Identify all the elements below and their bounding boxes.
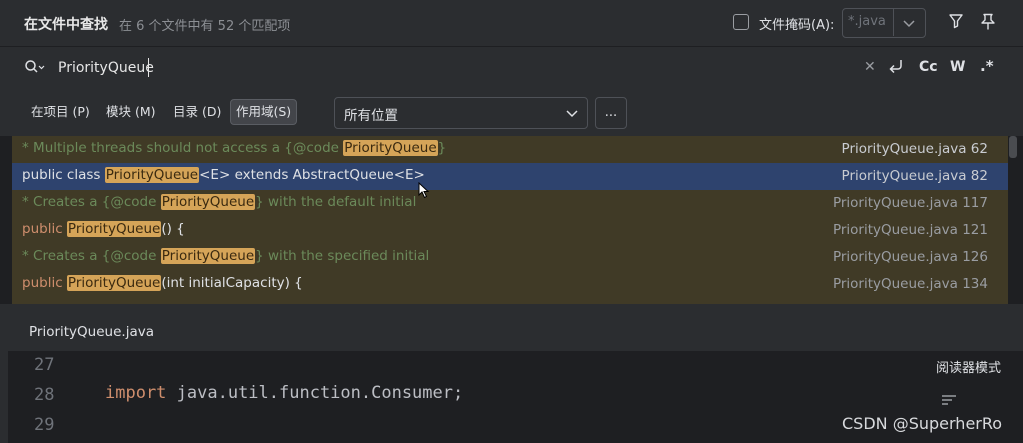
preview-file-name: PriorityQueue.java — [29, 324, 154, 340]
results-scrollbar[interactable] — [1009, 136, 1017, 158]
tab-in-project[interactable]: 在项目 (P) — [26, 100, 95, 124]
location-value[interactable]: 所有位置 — [344, 104, 398, 124]
list-item[interactable]: public PriorityQueue() { PriorityQueue.j… — [12, 217, 1008, 244]
tab-module[interactable]: 模块 (M) — [101, 100, 161, 124]
file-mask-checkbox[interactable] — [733, 14, 749, 30]
match-highlight: PriorityQueue — [66, 221, 162, 237]
search-icon[interactable] — [24, 59, 46, 79]
result-file-line: PriorityQueue.java 62 — [841, 141, 988, 157]
match-highlight: PriorityQueue — [343, 140, 438, 156]
reader-mode-button[interactable]: 阅读器模式 — [936, 357, 1001, 376]
result-text-before: * Creates a {@code — [22, 248, 161, 264]
result-file-line: PriorityQueue.java 121 — [832, 222, 988, 238]
tab-directory[interactable]: 目录 (D) — [168, 100, 226, 124]
code-text: java.util.function.Consumer; — [166, 383, 464, 403]
dialog-title: 在文件中查找 — [24, 17, 108, 33]
result-file-line: PriorityQueue.java 82 — [841, 168, 988, 184]
list-item[interactable]: * Multiple threads should not access a {… — [12, 136, 1008, 163]
line-number: 29 — [34, 415, 55, 435]
result-text-before: * Creates a {@code — [22, 194, 161, 210]
file-mask-label: 文件掩码(A): — [759, 18, 835, 33]
mouse-cursor-icon — [418, 181, 430, 203]
clear-icon[interactable]: ✕ — [864, 59, 876, 75]
result-text-after: } with the default initial — [255, 194, 417, 210]
result-text-after: } with the specified initial — [255, 248, 430, 264]
result-text-before: public — [22, 275, 67, 291]
more-scopes-button[interactable]: ... — [595, 97, 627, 129]
editor-gutter — [0, 351, 8, 443]
match-highlight: PriorityQueue — [104, 167, 200, 183]
whole-word-icon[interactable]: W — [950, 59, 965, 75]
match-case-icon[interactable]: Cc — [919, 59, 938, 75]
result-text-after: <E> extends AbstractQueue<E> — [199, 167, 425, 183]
list-item[interactable]: public PriorityQueue(int initialCapacity… — [12, 271, 1008, 298]
code-line: import java.util.function.Consumer; — [105, 383, 463, 403]
newline-icon[interactable] — [887, 57, 905, 79]
line-number: 28 — [34, 385, 55, 405]
list-item[interactable]: * Creates a {@code PriorityQueue} with t… — [12, 244, 1008, 271]
list-item[interactable]: public class PriorityQueue<E> extends Ab… — [12, 163, 1008, 190]
chevron-down-icon[interactable] — [903, 17, 915, 32]
soft-wrap-icon[interactable] — [940, 392, 958, 412]
chevron-down-icon[interactable] — [566, 107, 578, 122]
match-summary: 在 6 个文件中有 52 个匹配项 — [119, 19, 291, 34]
result-text-after: } — [437, 140, 447, 156]
line-number: 27 — [34, 355, 55, 375]
result-text-after: (int initialCapacity) { — [161, 275, 303, 291]
match-highlight: PriorityQueue — [160, 194, 256, 210]
list-item[interactable]: * Creates a {@code PriorityQueue} with t… — [12, 190, 1008, 217]
text-caret — [148, 58, 149, 77]
code-keyword: import — [105, 383, 167, 403]
regex-icon[interactable]: .* — [980, 57, 994, 75]
file-mask-divider — [893, 9, 894, 36]
watermark: CSDN @SuperherRo — [842, 414, 1003, 433]
result-text-before: public — [22, 221, 67, 237]
search-input[interactable] — [58, 58, 848, 78]
filter-icon[interactable] — [948, 13, 964, 33]
match-highlight: PriorityQueue — [160, 248, 256, 264]
results-list: * Multiple threads should not access a {… — [12, 136, 1008, 304]
result-text-before: * Multiple threads should not access a {… — [22, 140, 344, 156]
result-text-before: public class — [22, 167, 105, 183]
file-mask-value[interactable]: *.java — [848, 14, 886, 29]
result-file-line: PriorityQueue.java 134 — [832, 276, 988, 292]
result-text-after: () { — [161, 221, 185, 237]
tab-scope[interactable]: 作用域(S) — [230, 99, 298, 125]
result-file-line: PriorityQueue.java 126 — [832, 249, 988, 265]
result-file-line: PriorityQueue.java 117 — [832, 195, 988, 211]
pin-icon[interactable] — [980, 13, 996, 35]
match-highlight: PriorityQueue — [66, 275, 162, 291]
